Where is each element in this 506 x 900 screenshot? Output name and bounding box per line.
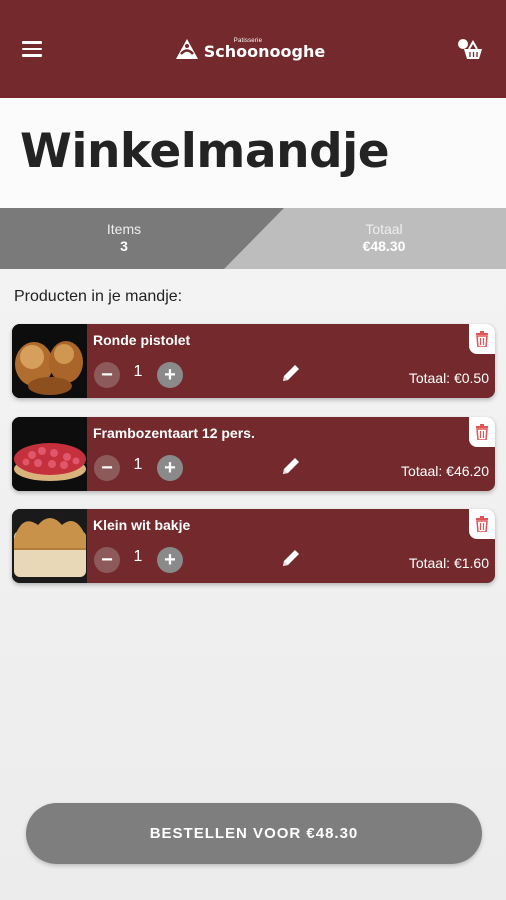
top-app-bar: Patisserie Schoonooghe [0,0,506,98]
increase-quantity-button[interactable]: + [157,547,183,573]
product-image-bread-rolls [12,324,87,398]
trash-icon[interactable] [469,324,495,354]
decrease-quantity-button[interactable]: − [94,362,120,388]
product-card: Klein wit bakje − 1 + Totaal: €1.60 [12,509,495,583]
quantity-value: 1 [133,548,143,565]
items-label: Items [106,221,142,237]
order-button[interactable]: BESTELLEN VOOR €48.30 [26,803,482,864]
decrease-quantity-button[interactable]: − [94,547,120,573]
trash-icon[interactable] [469,417,495,447]
quantity-value: 1 [133,363,143,380]
total-stat: Totaal €48.30 [344,221,424,254]
page-title: Winkelmandje [20,124,390,179]
product-name: Klein wit bakje [93,517,191,533]
product-total: Totaal: €0.50 [408,370,489,386]
hamburger-menu-icon[interactable] [22,37,46,61]
brand-logo: Patisserie Schoonooghe [175,38,325,60]
title-area: Winkelmandje [0,98,506,208]
edit-pencil-icon[interactable] [280,455,302,477]
product-total: Totaal: €1.60 [408,555,489,571]
quantity-value: 1 [133,456,143,473]
logo-title: Schoonooghe [203,42,326,61]
product-name: Ronde pistolet [93,332,191,348]
product-total: Totaal: €46.20 [401,463,489,479]
edit-pencil-icon[interactable] [280,362,302,384]
section-label: Producten in je mandje: [14,288,183,305]
basket-icon[interactable] [454,37,484,61]
total-value: €48.30 [362,238,406,254]
increase-quantity-button[interactable]: + [157,455,183,481]
product-card: Frambozentaart 12 pers. − 1 + Totaal: €4… [12,417,495,491]
logo-mark-icon [175,39,198,59]
product-image-raspberry-tart [12,417,87,491]
increase-quantity-button[interactable]: + [157,362,183,388]
edit-pencil-icon[interactable] [280,547,302,569]
decrease-quantity-button[interactable]: − [94,455,120,481]
total-label: Totaal [365,221,403,237]
items-value: 3 [120,238,128,254]
trash-icon[interactable] [469,509,495,539]
product-image-white-bread [12,509,87,583]
product-name: Frambozentaart 12 pers. [93,425,255,441]
cart-summary-bar: Items 3 Totaal €48.30 [0,208,506,269]
product-card: Ronde pistolet − 1 + Totaal: €0.50 [12,324,495,398]
items-count-stat: Items 3 [84,221,164,254]
